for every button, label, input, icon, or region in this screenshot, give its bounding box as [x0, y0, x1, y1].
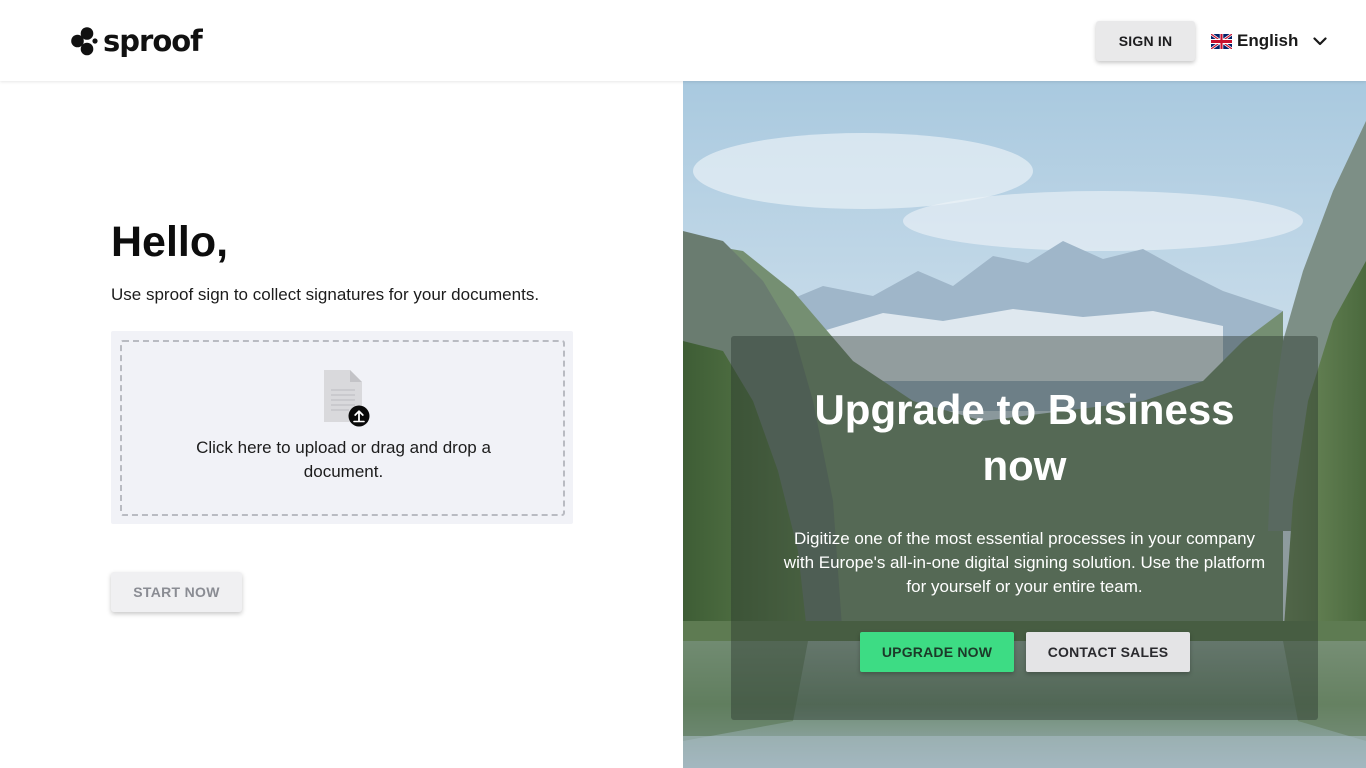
promo-panel: Upgrade to Business now Digitize one of …	[683, 81, 1366, 768]
upgrade-promo-card: Upgrade to Business now Digitize one of …	[731, 336, 1318, 720]
sign-in-button[interactable]: SIGN IN	[1096, 21, 1195, 61]
promo-description: Digitize one of the most essential proce…	[783, 529, 1266, 596]
upload-area: Click here to upload or drag and drop a …	[111, 331, 573, 524]
language-selector[interactable]: English	[1211, 29, 1328, 53]
contact-sales-button[interactable]: CONTACT SALES	[1026, 632, 1190, 672]
hexagon-dots-logo-icon	[71, 27, 98, 56]
uk-flag-icon	[1211, 33, 1232, 49]
upload-dropzone[interactable]: Click here to upload or drag and drop a …	[120, 340, 565, 516]
upload-instructions: Click here to upload or drag and drop a …	[196, 438, 491, 481]
promo-title: Upgrade to Business now	[814, 386, 1235, 489]
greeting-heading: Hello,	[111, 218, 229, 266]
sproof-logo[interactable]: sproof	[71, 24, 203, 58]
upload-panel: Hello, Use sproof sign to collect signat…	[0, 81, 683, 768]
intro-text: Use sproof sign to collect signatures fo…	[111, 285, 540, 304]
upgrade-now-button[interactable]: UPGRADE NOW	[860, 632, 1014, 672]
brand-name: sproof	[103, 24, 203, 58]
language-label: English	[1237, 31, 1299, 50]
start-now-button[interactable]: START NOW	[111, 572, 242, 612]
document-upload-icon	[324, 370, 370, 427]
top-header: sproof SIGN IN English	[0, 0, 1366, 81]
chevron-down-icon	[1313, 36, 1328, 45]
